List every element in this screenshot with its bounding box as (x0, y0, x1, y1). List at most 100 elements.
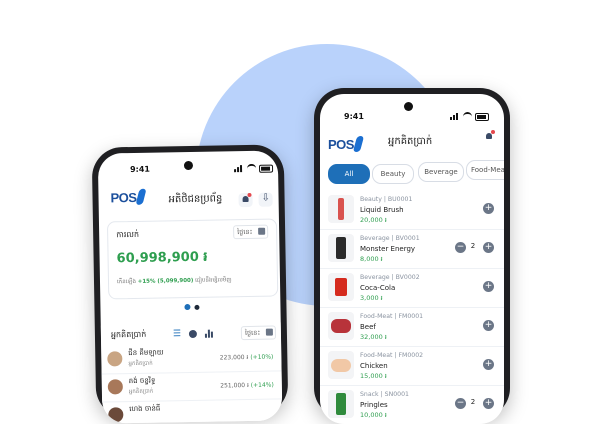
product-image (336, 393, 346, 415)
product-name: Liquid Brush (360, 206, 404, 214)
product-item[interactable]: Food-Meat | FM0001 Beef 32,000 ៛ + (320, 307, 504, 347)
status-time: 9:41 (129, 164, 151, 175)
staff-period-selector[interactable]: ថ្ងៃនេះ (240, 325, 277, 341)
add-button[interactable]: + (483, 203, 494, 214)
staff-row[interactable]: គង់ ចន្ទរិទ្ធ អ្នកគិតប្រាក់ 251,000 ៛ (+… (101, 370, 283, 403)
battery-icon (258, 164, 274, 173)
staff-amount: 251,000 ៛ (+14%) (220, 381, 274, 390)
product-list: Beauty | BU0001 Liquid Brush 20,000 ៛ + … (320, 190, 504, 424)
tab-beverage[interactable]: Beverage (418, 162, 464, 182)
carousel-dot[interactable] (194, 304, 200, 310)
quantity-value: 2 (470, 242, 476, 250)
calendar-icon (265, 328, 273, 336)
product-item[interactable]: Beverage | BV0001 Monster Energy 8,000 ៛… (320, 229, 504, 269)
product-image (335, 278, 347, 296)
period-selector[interactable]: ថ្ងៃនេះ (233, 224, 269, 240)
product-price: 10,000 ៛ (360, 411, 387, 419)
wifi-icon (246, 163, 257, 173)
tab-beauty[interactable]: Beauty (372, 164, 414, 184)
product-thumbnail (328, 312, 354, 340)
decrease-button[interactable]: − (455, 242, 466, 253)
product-name: Monster Energy (360, 245, 416, 253)
staff-row[interactable]: ហេង ចាន់ធី (102, 398, 283, 424)
signal-icon (234, 165, 244, 173)
status-icons (234, 163, 274, 174)
page-title: អ្នកគិតប្រាក់ (388, 136, 433, 147)
avatar (107, 351, 123, 367)
product-image (338, 198, 344, 220)
calendar-icon (258, 227, 266, 235)
add-button[interactable]: + (483, 359, 494, 370)
product-category: Food-Meat | FM0001 (360, 313, 424, 320)
tab-food-meat[interactable]: Food-Meat (466, 160, 504, 180)
product-price: 3,000 ៛ (360, 294, 383, 302)
add-button[interactable]: + (483, 242, 494, 253)
bar-chart-icon[interactable] (204, 329, 214, 338)
product-image (331, 319, 351, 333)
staff-section: អ្នកគិតប្រាក់ ☰ ថ្ងៃនេះ ជីន គីមឡាយ អ្នកគ… (100, 322, 283, 424)
status-icons (450, 112, 489, 121)
add-button[interactable]: + (483, 398, 494, 409)
left-phone: 9:41 POS អតិថិជនប្រព័ន្ធ ការលក់ ថ្ងៃនេះ … (91, 144, 289, 424)
add-button[interactable]: + (483, 320, 494, 331)
staff-amount: 223,000 ៛ (+10%) (219, 353, 274, 362)
list-view-icon[interactable]: ☰ (173, 329, 181, 339)
product-thumbnail (328, 234, 354, 262)
pie-chart-icon[interactable] (188, 329, 197, 339)
sales-compare: កើនឡើង +15% (5,099,900) ធៀបនឹងម្សិលមិញ (116, 277, 232, 286)
pos-logo: POS (328, 136, 365, 152)
decrease-button[interactable]: − (455, 398, 466, 409)
staff-section-title: អ្នកគិតប្រាក់ (110, 329, 147, 340)
staff-name: ជីន គីមឡាយ (128, 348, 164, 358)
product-name: Beef (360, 323, 376, 331)
avatar (108, 407, 124, 423)
sales-amount: 60,998,900 ៛ (116, 249, 208, 267)
product-category: Food-Meat | FM0002 (360, 352, 424, 359)
download-icon[interactable] (258, 192, 273, 207)
product-category: Beverage | BV0001 (360, 235, 420, 242)
product-item[interactable]: Beverage | BV0002 Coca-Cola 3,000 ៛ + (320, 268, 504, 308)
product-name: Coca-Cola (360, 284, 396, 292)
product-price: 15,000 ៛ (360, 372, 387, 380)
product-price: 8,000 ៛ (360, 255, 383, 263)
carousel-dot-active[interactable] (184, 303, 191, 311)
product-item[interactable]: Beauty | BU0001 Liquid Brush 20,000 ៛ + (320, 190, 504, 230)
staff-name: គង់ ចន្ទរិទ្ធ (128, 376, 156, 386)
staff-role: អ្នកគិតប្រាក់ (128, 360, 153, 368)
avatar (107, 379, 123, 395)
product-name: Chicken (360, 362, 388, 370)
staff-row[interactable]: ជីន គីមឡាយ អ្នកគិតប្រាក់ 223,000 ៛ (+10%… (101, 342, 282, 375)
tab-all[interactable]: All (328, 164, 370, 184)
quantity-value: 2 (470, 398, 476, 406)
left-phone-screen: 9:41 POS អតិថិជនប្រព័ន្ធ ការលក់ ថ្ងៃនេះ … (97, 150, 283, 424)
wifi-icon (463, 112, 472, 121)
right-phone: 9:41 POS អ្នកគិតប្រាក់ All Beauty Bevera… (314, 88, 510, 424)
product-thumbnail (328, 273, 354, 301)
product-category: Beverage | BV0002 (360, 274, 420, 281)
product-category: Beauty | BU0001 (360, 196, 413, 203)
product-item[interactable]: Food-Meat | FM0002 Chicken 15,000 ៛ + (320, 346, 504, 386)
product-price: 20,000 ៛ (360, 216, 387, 224)
notification-bell-icon[interactable] (238, 192, 253, 208)
add-button[interactable]: + (483, 281, 494, 292)
product-category: Snack | SN0001 (360, 391, 409, 398)
signal-icon (450, 113, 460, 120)
sales-card: ការលក់ ថ្ងៃនេះ 60,998,900 ៛ កើនឡើង +15% … (106, 218, 279, 300)
front-camera (404, 102, 413, 111)
product-thumbnail (328, 351, 354, 379)
page-title: អតិថិជនប្រព័ន្ធ (168, 193, 223, 206)
status-time: 9:41 (344, 112, 364, 121)
growth-value: +15% (5,099,900) (137, 277, 194, 285)
staff-name: ហេង ចាន់ធី (129, 404, 161, 414)
sales-label: ការលក់ (116, 229, 140, 240)
product-thumbnail (328, 390, 354, 418)
right-phone-screen: 9:41 POS អ្នកគិតប្រាក់ All Beauty Bevera… (320, 94, 504, 424)
carousel-dots (184, 303, 200, 311)
product-thumbnail (328, 195, 354, 223)
notification-bell-icon[interactable] (482, 130, 496, 144)
pos-logo: POS (110, 188, 147, 205)
battery-icon (475, 112, 489, 121)
product-price: 32,000 ៛ (360, 333, 387, 341)
product-image (336, 237, 346, 259)
product-item[interactable]: Snack | SN0001 Pringles 10,000 ៛ − 2 + (320, 385, 504, 424)
